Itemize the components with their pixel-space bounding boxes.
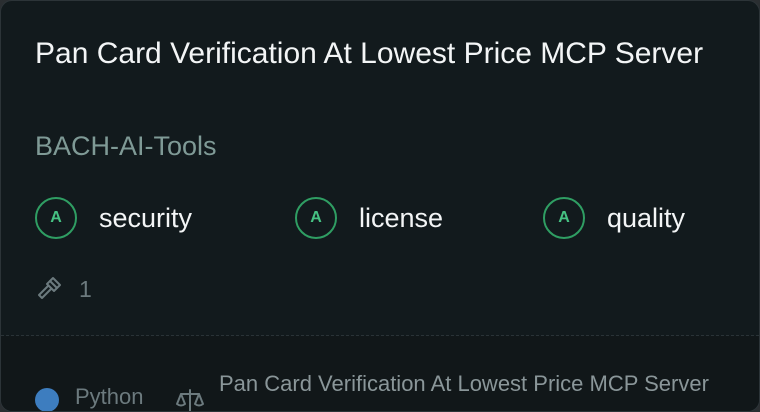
language-color-dot [35,388,59,411]
quality-label: quality [607,202,686,233]
license-score: A license [295,197,443,239]
language-name: Python [75,384,144,409]
quality-score: A quality [543,197,685,239]
quality-grade-badge: A [543,197,585,239]
scale-icon [176,389,204,411]
tools-count-value: 1 [79,275,92,302]
mcp-server-card[interactable]: Pan Card Verification At Lowest Price MC… [0,0,760,412]
owner-name[interactable]: BACH-AI-Tools [35,129,217,163]
security-grade-badge: A [35,197,77,239]
hammer-icon [38,277,61,299]
server-description: Pan Card Verification At Lowest Price MC… [219,371,709,396]
license-label: license [359,202,444,233]
security-score: A security [35,197,192,239]
tools-count: 1 [35,273,92,305]
server-title[interactable]: Pan Card Verification At Lowest Price MC… [35,35,725,73]
license-grade-badge: A [295,197,337,239]
security-label: security [99,202,193,233]
